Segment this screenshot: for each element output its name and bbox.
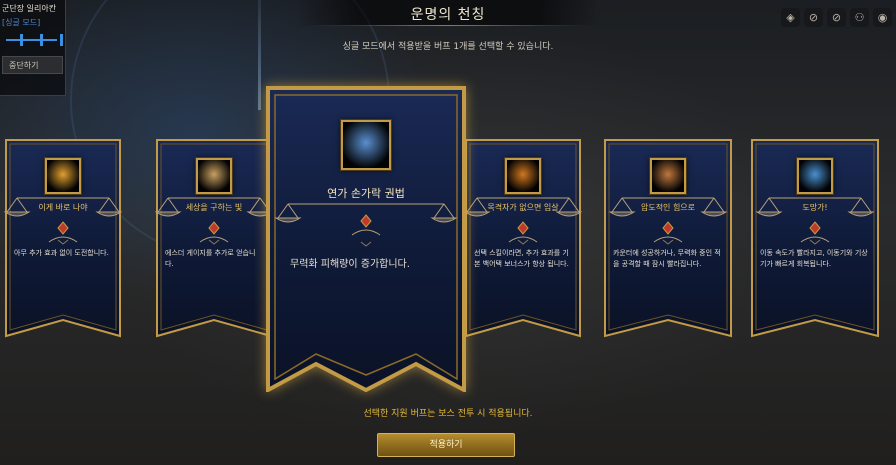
buff-description: 이동 속도가 빨라지고, 이동기와 기상기가 빠르게 회복됩니다.	[760, 249, 868, 268]
buff-description: 아무 추가 효과 없이 도전합니다.	[14, 249, 109, 257]
buff-icon	[650, 158, 686, 194]
buff-name: 이게 바로 나야	[38, 203, 88, 212]
buff-icon	[341, 120, 391, 170]
stop-button[interactable]: 중단하기	[2, 56, 63, 74]
group-icon[interactable]: ⚇	[850, 8, 869, 27]
footer-note: 선택한 지원 버프는 보스 전투 시 적용됩니다.	[363, 409, 533, 419]
title-bar: 운명의 천칭	[296, 0, 600, 28]
buff-description: 카운터에 성공하거나, 무력화 중인 적을 공격할 때 잠시 빨라집니다.	[613, 249, 721, 268]
buff-card[interactable]: 세상을 구하는 빛에스더 게이지를 추가로 얻습니다.	[155, 138, 273, 338]
buff-name: 압도적인 힘으로	[640, 203, 696, 212]
buff-card[interactable]: 도망가! 이동 속도가 빨라지고, 이동기와 기상기가 빠르게 회복됩니다.	[750, 138, 880, 338]
buff-name: 도망가!	[802, 203, 828, 212]
buff-description: 선택 스킬이라면, 추가 효과를 기본 백어택 보너스가 항상 됩니다.	[474, 249, 569, 268]
buff-card[interactable]: 목격자가 없으면 임살선택 스킬이라면, 추가 효과를 기본 백어택 보너스가 …	[464, 138, 582, 338]
no-entry-icon[interactable]: ⊘	[827, 8, 846, 27]
buff-icon	[505, 158, 541, 194]
buff-card[interactable]: 압도적인 힘으로카운터에 성공하거나, 무력화 중인 적을 공격할 때 잠시 빨…	[603, 138, 733, 338]
background-light-beam	[258, 0, 261, 110]
camera-icon[interactable]: ◉	[873, 8, 892, 27]
buff-icon	[797, 158, 833, 194]
buff-name: 연가 손가락 권법	[327, 187, 405, 200]
quest-progress	[2, 34, 63, 46]
buff-description: 에스더 게이지를 추가로 얻습니다.	[165, 249, 256, 268]
buff-card[interactable]: 연가 손가락 권법무력화 피해량이 증가합니다.	[266, 86, 466, 392]
buff-description: 무력화 피해량이 증가합니다.	[290, 259, 410, 270]
page-subtitle: 싱글 모드에서 적용받을 버프 1개를 선택할 수 있습니다.	[342, 42, 554, 52]
page-title: 운명의 천칭	[410, 7, 486, 23]
buff-icon	[196, 158, 232, 194]
compass-icon[interactable]: ⊘	[804, 8, 823, 27]
quest-mode: [싱글 모드]	[2, 18, 41, 27]
top-toolbar: ◈ ⊘ ⊘ ⚇ ◉	[781, 8, 892, 27]
buff-icon	[45, 158, 81, 194]
buff-name: 목격자가 없으면 임살	[487, 203, 559, 212]
apply-button[interactable]: 적용하기	[377, 433, 515, 457]
camera-settings-icon[interactable]: ◈	[781, 8, 800, 27]
buff-card[interactable]: 이게 바로 나야아무 추가 효과 없이 도전합니다.	[4, 138, 122, 338]
buff-name: 세상을 구하는 빛	[185, 203, 243, 212]
quest-title: 군단장 일리아칸	[2, 4, 57, 13]
quest-tracker: 군단장 일리아칸 [싱글 모드] 중단하기	[0, 0, 66, 96]
